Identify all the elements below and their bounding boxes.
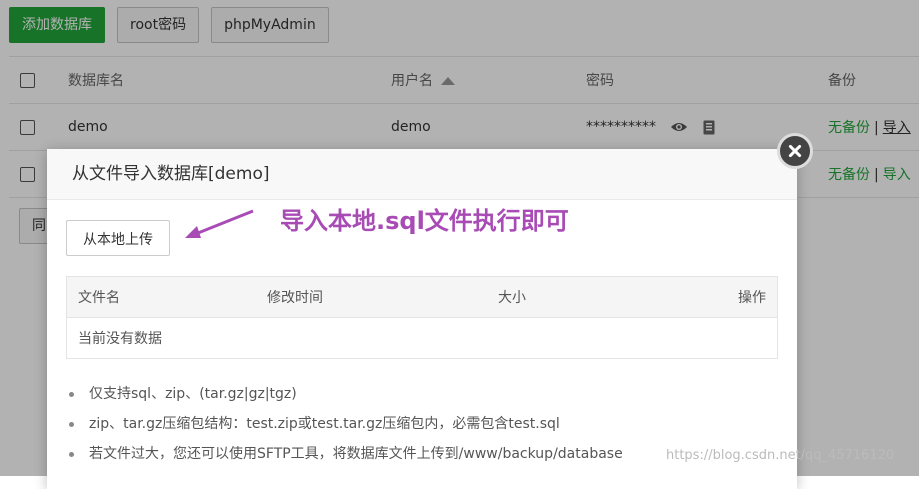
col-ops: 操作 [738, 276, 778, 318]
watermark: https://blog.csdn.net/qq_45716120 [666, 448, 895, 463]
import-database-dialog: 从文件导入数据库[demo] 从本地上传 导入本地.sql文件执行即可 文件名 … [47, 149, 797, 489]
tip-item: 仅支持sql、zip、(tar.gz|gz|tgz) [69, 379, 623, 409]
col-filename: 文件名 [66, 276, 267, 318]
empty-row: 当前没有数据 [67, 318, 778, 359]
dialog-title: 从文件导入数据库[demo] [47, 149, 797, 200]
file-table-header: 文件名 修改时间 大小 操作 [66, 276, 778, 318]
file-table: 文件名 修改时间 大小 操作 当前没有数据 [66, 276, 778, 359]
tip-item: 若文件过大，您还可以使用SFTP工具，将数据库文件上传到/www/backup/… [69, 439, 623, 469]
col-size: 大小 [498, 276, 738, 318]
tip-item: zip、tar.gz压缩包结构：test.zip或test.tar.gz压缩包内… [69, 409, 623, 439]
tips-list: 仅支持sql、zip、(tar.gz|gz|tgz) zip、tar.gz压缩包… [69, 379, 623, 469]
annotation-text: 导入本地.sql文件执行即可 [280, 207, 569, 235]
empty-message: 当前没有数据 [78, 331, 162, 347]
annotation-arrow-icon [185, 209, 254, 238]
col-mtime: 修改时间 [267, 276, 498, 318]
close-dialog-button[interactable] [777, 133, 813, 169]
upload-local-button[interactable]: 从本地上传 [66, 220, 170, 256]
